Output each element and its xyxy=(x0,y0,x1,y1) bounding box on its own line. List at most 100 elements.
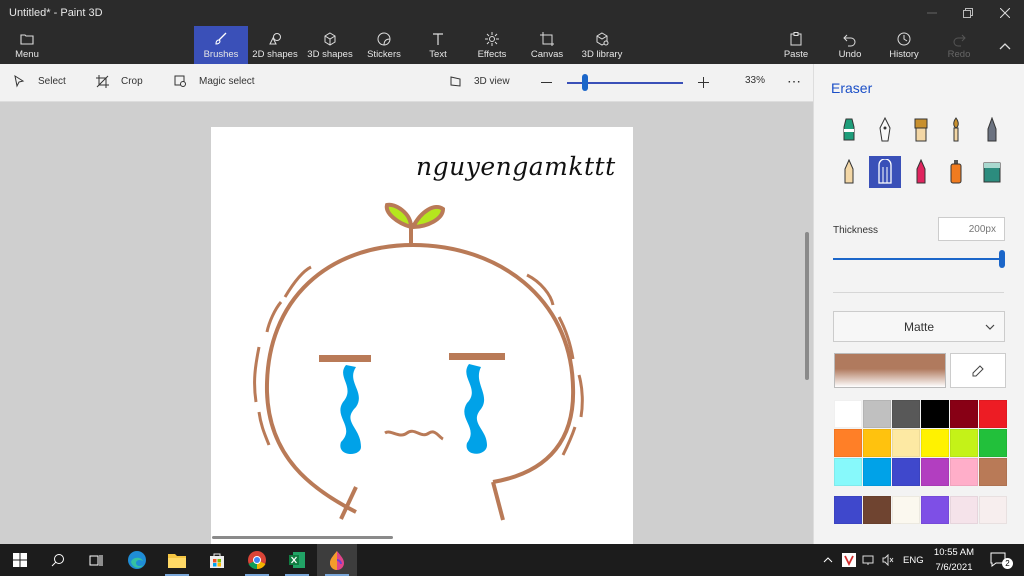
excel-icon xyxy=(289,552,305,568)
custom-color-swatch[interactable] xyxy=(979,496,1007,524)
palette-swatch[interactable] xyxy=(834,458,862,486)
zoom-in-button[interactable] xyxy=(697,76,710,89)
thickness-slider-track[interactable] xyxy=(833,258,1001,260)
oil-brush-tool[interactable] xyxy=(905,114,937,146)
palette-swatch[interactable] xyxy=(892,400,920,428)
palette-swatch[interactable] xyxy=(950,400,978,428)
clock-time[interactable]: 10:55 AM xyxy=(932,547,976,558)
redo-button[interactable]: Redo xyxy=(942,26,976,64)
fill-tool[interactable] xyxy=(976,156,1008,188)
tab-effects[interactable]: Effects xyxy=(472,26,512,64)
menu-button[interactable]: Menu xyxy=(2,26,52,64)
palette-swatch[interactable] xyxy=(979,429,1007,457)
collapse-ribbon-button[interactable] xyxy=(990,26,1020,64)
horizontal-scrollbar[interactable] xyxy=(212,536,393,539)
chevron-down-icon xyxy=(985,324,995,330)
edge-taskbar-icon[interactable] xyxy=(117,544,157,576)
tab-stickers[interactable]: Stickers xyxy=(362,26,406,64)
spray-can-icon xyxy=(950,160,962,184)
thickness-slider-thumb[interactable] xyxy=(999,250,1005,268)
effects-label: Effects xyxy=(477,49,507,60)
clock-date[interactable]: 7/6/2021 xyxy=(932,562,976,573)
calligraphy-pen-tool[interactable] xyxy=(869,114,901,146)
paste-label: Paste xyxy=(783,49,809,60)
spray-can-tool[interactable] xyxy=(940,156,972,188)
finish-dropdown[interactable]: Matte xyxy=(833,311,1005,342)
palette-swatch[interactable] xyxy=(921,429,949,457)
window-title: Untitled* - Paint 3D xyxy=(9,7,103,19)
palette-swatch[interactable] xyxy=(834,429,862,457)
palette-swatch[interactable] xyxy=(979,458,1007,486)
volume-tray-icon[interactable] xyxy=(878,544,898,576)
eyedropper-button[interactable] xyxy=(950,353,1006,388)
pencil-tool[interactable] xyxy=(833,156,865,188)
palette-swatch[interactable] xyxy=(950,458,978,486)
custom-color-swatch[interactable] xyxy=(863,496,891,524)
chrome-taskbar-icon[interactable] xyxy=(237,544,277,576)
explorer-taskbar-icon[interactable] xyxy=(157,544,197,576)
zoom-level[interactable]: 33% xyxy=(745,75,765,86)
tab-3d-library[interactable]: 3D library xyxy=(579,26,625,64)
custom-color-swatch[interactable] xyxy=(921,496,949,524)
palette-swatch[interactable] xyxy=(892,429,920,457)
paint3d-taskbar-icon[interactable] xyxy=(317,544,357,576)
tab-brushes[interactable]: Brushes xyxy=(194,26,248,64)
canvas-icon xyxy=(540,32,554,46)
chevron-up-icon xyxy=(823,557,833,563)
maximize-button[interactable] xyxy=(953,4,983,22)
input-language[interactable]: ENG xyxy=(903,555,924,566)
palette-swatch[interactable] xyxy=(950,429,978,457)
redo-label: Redo xyxy=(947,49,971,60)
close-button[interactable] xyxy=(990,4,1020,22)
vietkey-tray-icon[interactable] xyxy=(838,544,860,576)
excel-taskbar-icon[interactable] xyxy=(277,544,317,576)
drawing-canvas[interactable]: nguyengamkttt xyxy=(211,127,633,544)
palette-swatch[interactable] xyxy=(863,458,891,486)
crayon-tool[interactable] xyxy=(905,156,937,188)
crayon-icon xyxy=(916,159,926,184)
custom-color-swatch[interactable] xyxy=(950,496,978,524)
plus-icon xyxy=(698,77,709,88)
zoom-out-button[interactable] xyxy=(540,76,553,89)
clipboard-icon xyxy=(790,32,802,46)
zoom-slider-thumb[interactable] xyxy=(582,74,588,91)
pixel-pen-tool[interactable] xyxy=(976,114,1008,146)
vertical-scrollbar[interactable] xyxy=(805,232,809,380)
palette-swatch[interactable] xyxy=(863,400,891,428)
palette-swatch[interactable] xyxy=(921,458,949,486)
palette-swatch[interactable] xyxy=(834,400,862,428)
magic-select-button[interactable]: Magic select xyxy=(174,75,255,88)
custom-color-swatch[interactable] xyxy=(892,496,920,524)
marker-tool[interactable] xyxy=(833,114,865,146)
current-color-swatch[interactable] xyxy=(834,353,946,388)
store-taskbar-icon[interactable] xyxy=(197,544,237,576)
tab-2d-shapes[interactable]: 2D shapes xyxy=(250,26,300,64)
show-hidden-icons-button[interactable] xyxy=(816,544,840,576)
network-tray-icon[interactable] xyxy=(858,544,878,576)
tab-text[interactable]: Text xyxy=(420,26,456,64)
history-button[interactable]: History xyxy=(884,26,924,64)
undo-button[interactable]: Undo xyxy=(832,26,868,64)
chrome-icon xyxy=(248,551,266,570)
palette-swatch[interactable] xyxy=(979,400,1007,428)
minimize-button[interactable] xyxy=(917,4,947,22)
select-button[interactable]: Select xyxy=(13,75,66,88)
palette-swatch[interactable] xyxy=(892,458,920,486)
search-button[interactable] xyxy=(38,544,78,576)
custom-color-swatch[interactable] xyxy=(834,496,862,524)
palette-swatch[interactable] xyxy=(863,429,891,457)
canvas-label: Canvas xyxy=(530,49,564,60)
tab-3d-shapes[interactable]: 3D shapes xyxy=(305,26,355,64)
eraser-tool[interactable] xyxy=(869,156,901,188)
task-view-button[interactable] xyxy=(76,544,116,576)
start-button[interactable] xyxy=(0,544,40,576)
paste-button[interactable]: Paste xyxy=(778,26,814,64)
thickness-input[interactable] xyxy=(938,217,1005,241)
palette-swatch[interactable] xyxy=(921,400,949,428)
notifications-button[interactable]: 2 xyxy=(984,544,1014,576)
tab-canvas[interactable]: Canvas xyxy=(527,26,567,64)
more-options-button[interactable]: ⋯ xyxy=(787,73,801,90)
crop-button[interactable]: Crop xyxy=(96,75,143,88)
3d-view-button[interactable]: 3D view xyxy=(449,75,510,88)
watercolor-tool[interactable] xyxy=(940,114,972,146)
